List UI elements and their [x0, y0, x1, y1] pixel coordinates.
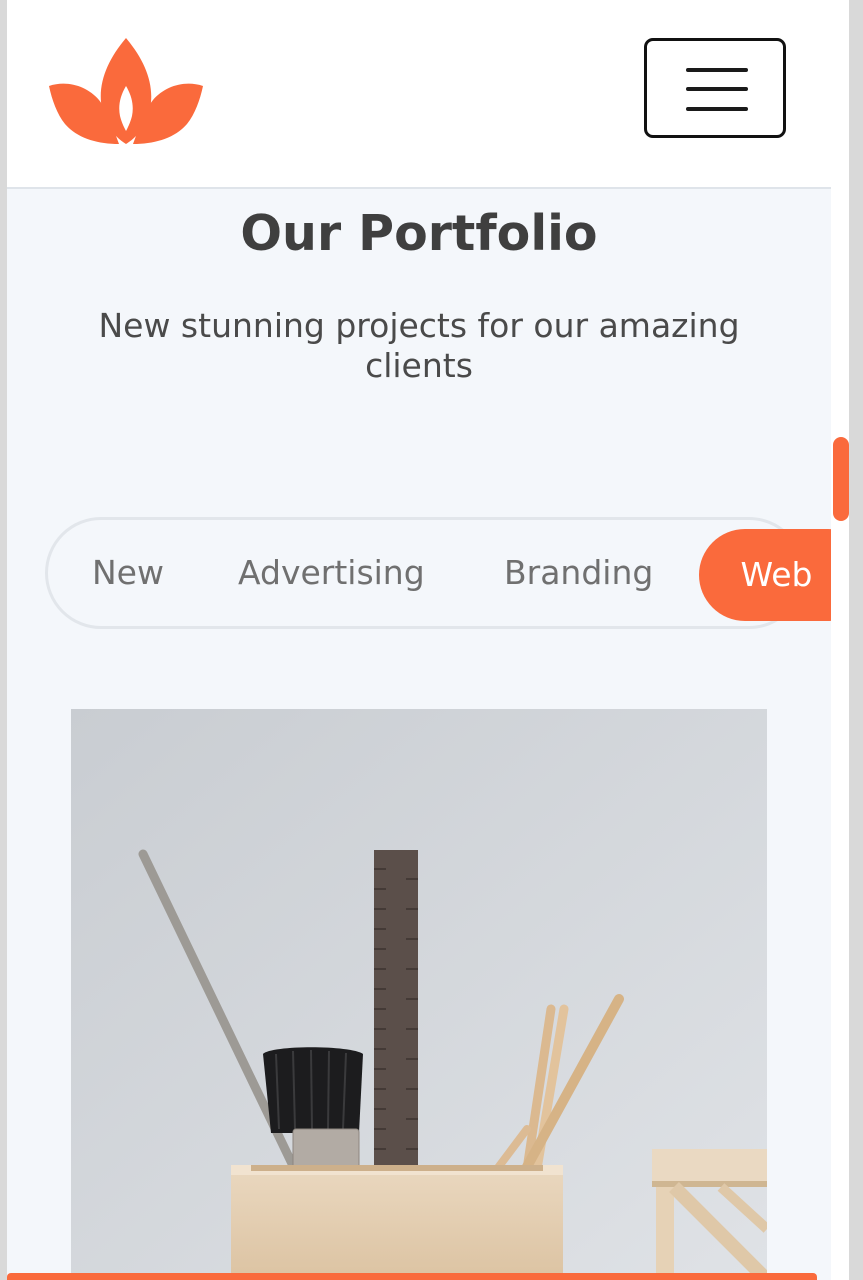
- scrollbar-thumb[interactable]: [833, 437, 849, 521]
- tab-web[interactable]: Web: [699, 529, 831, 621]
- hamburger-menu-icon[interactable]: [644, 38, 786, 138]
- portfolio-image[interactable]: [71, 709, 767, 1280]
- lotus-logo[interactable]: [49, 36, 203, 148]
- page: Our Portfolio New stunning projects for …: [7, 0, 831, 1280]
- site-header: [7, 0, 831, 189]
- scrollbar-track: [831, 0, 849, 1280]
- portfolio-filter-tabs: New Advertising Branding Web: [45, 517, 831, 629]
- tab-branding[interactable]: Branding: [504, 520, 653, 626]
- bottom-accent-bar: [7, 1273, 817, 1280]
- page-title: Our Portfolio: [240, 205, 598, 262]
- tab-new[interactable]: New: [92, 520, 164, 626]
- tab-advertising[interactable]: Advertising: [238, 520, 425, 626]
- page-subtitle: New stunning projects for our amazing cl…: [98, 306, 740, 385]
